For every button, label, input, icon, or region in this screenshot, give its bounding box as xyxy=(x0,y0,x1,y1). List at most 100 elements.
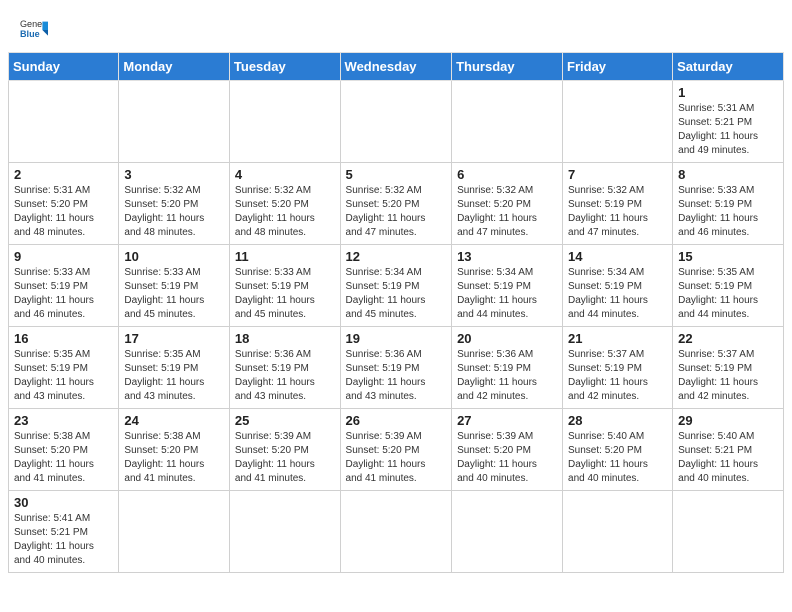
day-number: 27 xyxy=(457,413,557,428)
generalblue-logo-icon: General Blue xyxy=(20,16,48,44)
week-row-3: 9 Sunrise: 5:33 AM Sunset: 5:19 PM Daylig… xyxy=(9,245,784,327)
day-number: 10 xyxy=(124,249,224,264)
weekday-saturday: Saturday xyxy=(673,53,784,81)
day-number: 26 xyxy=(346,413,447,428)
calendar-cell xyxy=(119,81,230,163)
day-info: Sunrise: 5:32 AM Sunset: 5:20 PM Dayligh… xyxy=(124,184,224,240)
weekday-monday: Monday xyxy=(119,53,230,81)
day-number: 2 xyxy=(14,167,113,182)
calendar-cell: 13 Sunrise: 5:34 AM Sunset: 5:19 PM Dayli… xyxy=(452,245,563,327)
day-info: Sunrise: 5:32 AM Sunset: 5:19 PM Dayligh… xyxy=(568,184,667,240)
calendar-cell: 30Sunrise: 5:41 AM Sunset: 5:21 PM Dayli… xyxy=(9,491,119,573)
day-info: Sunrise: 5:39 AM Sunset: 5:20 PM Dayligh… xyxy=(346,430,447,486)
day-info: Sunrise: 5:33 AM Sunset: 5:19 PM Dayligh… xyxy=(678,184,778,240)
day-number: 6 xyxy=(457,167,557,182)
calendar-cell: 23 Sunrise: 5:38 AM Sunset: 5:20 PM Dayli… xyxy=(9,409,119,491)
day-info: Sunrise: 5:31 AM Sunset: 5:21 PM Dayligh… xyxy=(678,102,778,158)
calendar-cell: 25 Sunrise: 5:39 AM Sunset: 5:20 PM Dayli… xyxy=(229,409,340,491)
calendar-cell: 3 Sunrise: 5:32 AM Sunset: 5:20 PM Daylig… xyxy=(119,163,230,245)
day-number: 22 xyxy=(678,331,778,346)
calendar-cell: 6 Sunrise: 5:32 AM Sunset: 5:20 PM Daylig… xyxy=(452,163,563,245)
calendar-cell: 4 Sunrise: 5:32 AM Sunset: 5:20 PM Daylig… xyxy=(229,163,340,245)
day-info: Sunrise: 5:40 AM Sunset: 5:21 PM Dayligh… xyxy=(678,430,778,486)
calendar-cell: 7 Sunrise: 5:32 AM Sunset: 5:19 PM Daylig… xyxy=(563,163,673,245)
day-info: Sunrise: 5:34 AM Sunset: 5:19 PM Dayligh… xyxy=(457,266,557,322)
day-number: 28 xyxy=(568,413,667,428)
day-info: Sunrise: 5:32 AM Sunset: 5:20 PM Dayligh… xyxy=(457,184,557,240)
day-info: Sunrise: 5:35 AM Sunset: 5:19 PM Dayligh… xyxy=(14,348,113,404)
day-number: 21 xyxy=(568,331,667,346)
day-number: 29 xyxy=(678,413,778,428)
calendar-cell: 8 Sunrise: 5:33 AM Sunset: 5:19 PM Daylig… xyxy=(673,163,784,245)
logo: General Blue xyxy=(20,16,48,44)
day-info: Sunrise: 5:31 AM Sunset: 5:20 PM Dayligh… xyxy=(14,184,113,240)
calendar-cell: 16 Sunrise: 5:35 AM Sunset: 5:19 PM Dayli… xyxy=(9,327,119,409)
day-number: 3 xyxy=(124,167,224,182)
day-info: Sunrise: 5:32 AM Sunset: 5:20 PM Dayligh… xyxy=(235,184,335,240)
day-number: 25 xyxy=(235,413,335,428)
calendar-wrapper: SundayMondayTuesdayWednesdayThursdayFrid… xyxy=(0,52,792,581)
day-info: Sunrise: 5:34 AM Sunset: 5:19 PM Dayligh… xyxy=(568,266,667,322)
calendar-cell xyxy=(340,491,452,573)
day-number: 11 xyxy=(235,249,335,264)
day-info: Sunrise: 5:37 AM Sunset: 5:19 PM Dayligh… xyxy=(568,348,667,404)
page-header: General Blue xyxy=(0,0,792,52)
day-info: Sunrise: 5:36 AM Sunset: 5:19 PM Dayligh… xyxy=(235,348,335,404)
day-number: 9 xyxy=(14,249,113,264)
day-number: 7 xyxy=(568,167,667,182)
day-number: 18 xyxy=(235,331,335,346)
day-number: 23 xyxy=(14,413,113,428)
calendar-cell xyxy=(563,491,673,573)
calendar-cell: 19 Sunrise: 5:36 AM Sunset: 5:19 PM Dayli… xyxy=(340,327,452,409)
weekday-sunday: Sunday xyxy=(9,53,119,81)
week-row-1: 1 Sunrise: 5:31 AM Sunset: 5:21 PM Daylig… xyxy=(9,81,784,163)
day-number: 20 xyxy=(457,331,557,346)
day-info: Sunrise: 5:36 AM Sunset: 5:19 PM Dayligh… xyxy=(346,348,447,404)
calendar-cell: 1 Sunrise: 5:31 AM Sunset: 5:21 PM Daylig… xyxy=(673,81,784,163)
calendar-cell xyxy=(119,491,230,573)
day-info: Sunrise: 5:36 AM Sunset: 5:19 PM Dayligh… xyxy=(457,348,557,404)
day-info: Sunrise: 5:39 AM Sunset: 5:20 PM Dayligh… xyxy=(457,430,557,486)
day-info: Sunrise: 5:39 AM Sunset: 5:20 PM Dayligh… xyxy=(235,430,335,486)
calendar-cell xyxy=(229,81,340,163)
calendar-cell xyxy=(673,491,784,573)
weekday-wednesday: Wednesday xyxy=(340,53,452,81)
day-number: 19 xyxy=(346,331,447,346)
day-info: Sunrise: 5:35 AM Sunset: 5:19 PM Dayligh… xyxy=(678,266,778,322)
day-number: 14 xyxy=(568,249,667,264)
day-number: 24 xyxy=(124,413,224,428)
weekday-header-row: SundayMondayTuesdayWednesdayThursdayFrid… xyxy=(9,53,784,81)
weekday-thursday: Thursday xyxy=(452,53,563,81)
calendar-cell: 29 Sunrise: 5:40 AM Sunset: 5:21 PM Dayli… xyxy=(673,409,784,491)
day-info: Sunrise: 5:38 AM Sunset: 5:20 PM Dayligh… xyxy=(14,430,113,486)
day-number: 8 xyxy=(678,167,778,182)
calendar-cell: 22 Sunrise: 5:37 AM Sunset: 5:19 PM Dayli… xyxy=(673,327,784,409)
day-info: Sunrise: 5:37 AM Sunset: 5:19 PM Dayligh… xyxy=(678,348,778,404)
calendar-cell: 26 Sunrise: 5:39 AM Sunset: 5:20 PM Dayli… xyxy=(340,409,452,491)
day-number: 1 xyxy=(678,85,778,100)
day-number: 30 xyxy=(14,495,113,510)
calendar-cell: 27 Sunrise: 5:39 AM Sunset: 5:20 PM Dayli… xyxy=(452,409,563,491)
calendar-cell: 12 Sunrise: 5:34 AM Sunset: 5:19 PM Dayli… xyxy=(340,245,452,327)
calendar-cell: 17Sunrise: 5:35 AM Sunset: 5:19 PM Dayli… xyxy=(119,327,230,409)
day-info: Sunrise: 5:34 AM Sunset: 5:19 PM Dayligh… xyxy=(346,266,447,322)
day-info: Sunrise: 5:38 AM Sunset: 5:20 PM Dayligh… xyxy=(124,430,224,486)
day-info: Sunrise: 5:33 AM Sunset: 5:19 PM Dayligh… xyxy=(14,266,113,322)
calendar-cell: 18 Sunrise: 5:36 AM Sunset: 5:19 PM Dayli… xyxy=(229,327,340,409)
calendar-cell xyxy=(9,81,119,163)
day-number: 13 xyxy=(457,249,557,264)
day-number: 15 xyxy=(678,249,778,264)
calendar-cell: 21 Sunrise: 5:37 AM Sunset: 5:19 PM Dayli… xyxy=(563,327,673,409)
day-info: Sunrise: 5:40 AM Sunset: 5:20 PM Dayligh… xyxy=(568,430,667,486)
day-number: 5 xyxy=(346,167,447,182)
calendar-cell: 2 Sunrise: 5:31 AM Sunset: 5:20 PM Daylig… xyxy=(9,163,119,245)
calendar-cell: 15 Sunrise: 5:35 AM Sunset: 5:19 PM Dayli… xyxy=(673,245,784,327)
svg-text:Blue: Blue xyxy=(20,29,40,39)
day-number: 16 xyxy=(14,331,113,346)
day-number: 4 xyxy=(235,167,335,182)
day-info: Sunrise: 5:33 AM Sunset: 5:19 PM Dayligh… xyxy=(124,266,224,322)
day-number: 17 xyxy=(124,331,224,346)
day-number: 12 xyxy=(346,249,447,264)
calendar-cell xyxy=(452,81,563,163)
day-info: Sunrise: 5:32 AM Sunset: 5:20 PM Dayligh… xyxy=(346,184,447,240)
